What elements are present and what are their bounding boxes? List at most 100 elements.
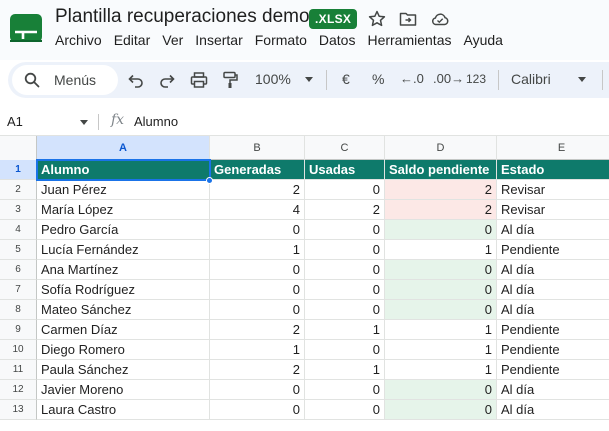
table-cell-alumno[interactable]: Mateo Sánchez — [37, 300, 210, 320]
table-cell-usadas[interactable]: 0 — [305, 260, 385, 280]
table-cell-alumno[interactable]: Javier Moreno — [37, 380, 210, 400]
percent-format-button[interactable]: % — [372, 71, 384, 87]
column-header-b[interactable]: B — [210, 136, 305, 160]
spreadsheet-grid[interactable]: A B C D E 1 Alumno Generadas Usadas Saldo pendien… — [0, 136, 609, 431]
table-cell-usadas[interactable]: 0 — [305, 280, 385, 300]
column-header-e[interactable]: E — [497, 136, 609, 160]
table-cell-alumno[interactable]: María López — [37, 200, 210, 220]
row-header[interactable]: 12 — [0, 380, 37, 400]
table-cell-usadas[interactable]: 0 — [305, 300, 385, 320]
row-header[interactable]: 9 — [0, 320, 37, 340]
table-cell-alumno[interactable]: Carmen Díaz — [37, 320, 210, 340]
table-cell-saldo[interactable]: 0 — [385, 400, 497, 420]
table-cell-alumno[interactable]: Pedro García — [37, 220, 210, 240]
row-header[interactable]: 6 — [0, 260, 37, 280]
table-cell-saldo[interactable]: 1 — [385, 320, 497, 340]
table-header-cell[interactable]: Generadas — [210, 160, 305, 180]
undo-icon[interactable] — [126, 70, 146, 90]
table-cell-generadas[interactable]: 2 — [210, 320, 305, 340]
table-cell-estado[interactable]: Al día — [497, 280, 609, 300]
name-box[interactable]: A1 — [7, 114, 23, 129]
table-cell-usadas[interactable]: 1 — [305, 320, 385, 340]
chevron-down-icon[interactable] — [578, 77, 586, 82]
table-cell-saldo[interactable]: 0 — [385, 380, 497, 400]
table-cell-usadas[interactable]: 0 — [305, 180, 385, 200]
menu-ver[interactable]: Ver — [162, 32, 189, 48]
increase-decimals-button[interactable]: .00→ — [433, 71, 464, 86]
table-cell-saldo[interactable]: 1 — [385, 360, 497, 380]
table-cell-saldo[interactable]: 2 — [385, 180, 497, 200]
table-cell-estado[interactable]: Pendiente — [497, 340, 609, 360]
table-cell-alumno[interactable]: Lucía Fernández — [37, 240, 210, 260]
table-cell-generadas[interactable]: 0 — [210, 400, 305, 420]
table-cell-estado[interactable]: Revisar — [497, 180, 609, 200]
number-format-button[interactable]: 123 — [466, 72, 486, 86]
chevron-down-icon[interactable] — [80, 120, 88, 125]
table-cell-saldo[interactable]: 0 — [385, 260, 497, 280]
menu-datos[interactable]: Datos — [319, 32, 362, 48]
table-cell-estado[interactable]: Pendiente — [497, 240, 609, 260]
table-cell-estado[interactable]: Al día — [497, 300, 609, 320]
document-title[interactable]: Plantilla recuperaciones demo — [55, 6, 310, 28]
row-header[interactable]: 8 — [0, 300, 37, 320]
table-cell-alumno[interactable]: Diego Romero — [37, 340, 210, 360]
table-cell-saldo[interactable]: 1 — [385, 340, 497, 360]
formula-input[interactable]: Alumno — [134, 114, 178, 129]
table-cell-usadas[interactable]: 1 — [305, 360, 385, 380]
table-cell-generadas[interactable]: 1 — [210, 240, 305, 260]
row-header[interactable]: 5 — [0, 240, 37, 260]
table-cell-usadas[interactable]: 0 — [305, 400, 385, 420]
table-cell-estado[interactable]: Al día — [497, 400, 609, 420]
fill-handle[interactable] — [206, 177, 213, 184]
table-cell-generadas[interactable]: 0 — [210, 260, 305, 280]
chevron-down-icon[interactable] — [305, 77, 313, 82]
decrease-decimals-button[interactable]: ←.0 — [400, 71, 424, 86]
menu-archivo[interactable]: Archivo — [55, 32, 108, 48]
table-cell-saldo[interactable]: 0 — [385, 300, 497, 320]
redo-icon[interactable] — [157, 70, 177, 90]
table-header-cell[interactable]: Usadas — [305, 160, 385, 180]
column-header-a[interactable]: A — [37, 136, 210, 160]
table-cell-generadas[interactable]: 0 — [210, 220, 305, 240]
row-header[interactable]: 11 — [0, 360, 37, 380]
table-cell-alumno[interactable]: Laura Castro — [37, 400, 210, 420]
table-cell-saldo[interactable]: 0 — [385, 220, 497, 240]
table-cell-alumno[interactable]: Paula Sánchez — [37, 360, 210, 380]
table-cell-usadas[interactable]: 0 — [305, 340, 385, 360]
table-cell-estado[interactable]: Al día — [497, 220, 609, 240]
select-all-corner[interactable] — [0, 136, 37, 160]
table-cell-generadas[interactable]: 4 — [210, 200, 305, 220]
table-cell-estado[interactable]: Al día — [497, 380, 609, 400]
currency-format-button[interactable]: € — [342, 71, 350, 87]
table-cell-estado[interactable]: Al día — [497, 260, 609, 280]
table-cell-saldo[interactable]: 1 — [385, 240, 497, 260]
font-select[interactable]: Calibri — [511, 71, 551, 87]
table-cell-estado[interactable]: Pendiente — [497, 320, 609, 340]
table-cell-usadas[interactable]: 0 — [305, 220, 385, 240]
table-header-cell[interactable]: Alumno — [37, 160, 210, 180]
table-cell-estado[interactable]: Pendiente — [497, 360, 609, 380]
menu-formato[interactable]: Formato — [255, 32, 313, 48]
row-header[interactable]: 2 — [0, 180, 37, 200]
table-cell-saldo[interactable]: 0 — [385, 280, 497, 300]
menu-editar[interactable]: Editar — [114, 32, 157, 48]
menu-search-button[interactable]: Menús — [12, 65, 118, 95]
table-cell-usadas[interactable]: 0 — [305, 240, 385, 260]
paint-format-icon[interactable] — [220, 70, 240, 90]
move-to-folder-icon[interactable] — [398, 9, 418, 29]
column-header-c[interactable]: C — [305, 136, 385, 160]
table-cell-generadas[interactable]: 0 — [210, 300, 305, 320]
table-cell-saldo[interactable]: 2 — [385, 200, 497, 220]
table-cell-estado[interactable]: Revisar — [497, 200, 609, 220]
table-header-cell[interactable]: Estado — [497, 160, 609, 180]
row-header[interactable]: 13 — [0, 400, 37, 420]
row-header[interactable]: 10 — [0, 340, 37, 360]
print-icon[interactable] — [189, 70, 209, 90]
table-cell-generadas[interactable]: 2 — [210, 180, 305, 200]
table-cell-generadas[interactable]: 0 — [210, 280, 305, 300]
row-header[interactable]: 4 — [0, 220, 37, 240]
table-cell-generadas[interactable]: 0 — [210, 380, 305, 400]
row-header[interactable]: 1 — [0, 160, 37, 180]
row-header[interactable]: 7 — [0, 280, 37, 300]
table-cell-usadas[interactable]: 0 — [305, 380, 385, 400]
